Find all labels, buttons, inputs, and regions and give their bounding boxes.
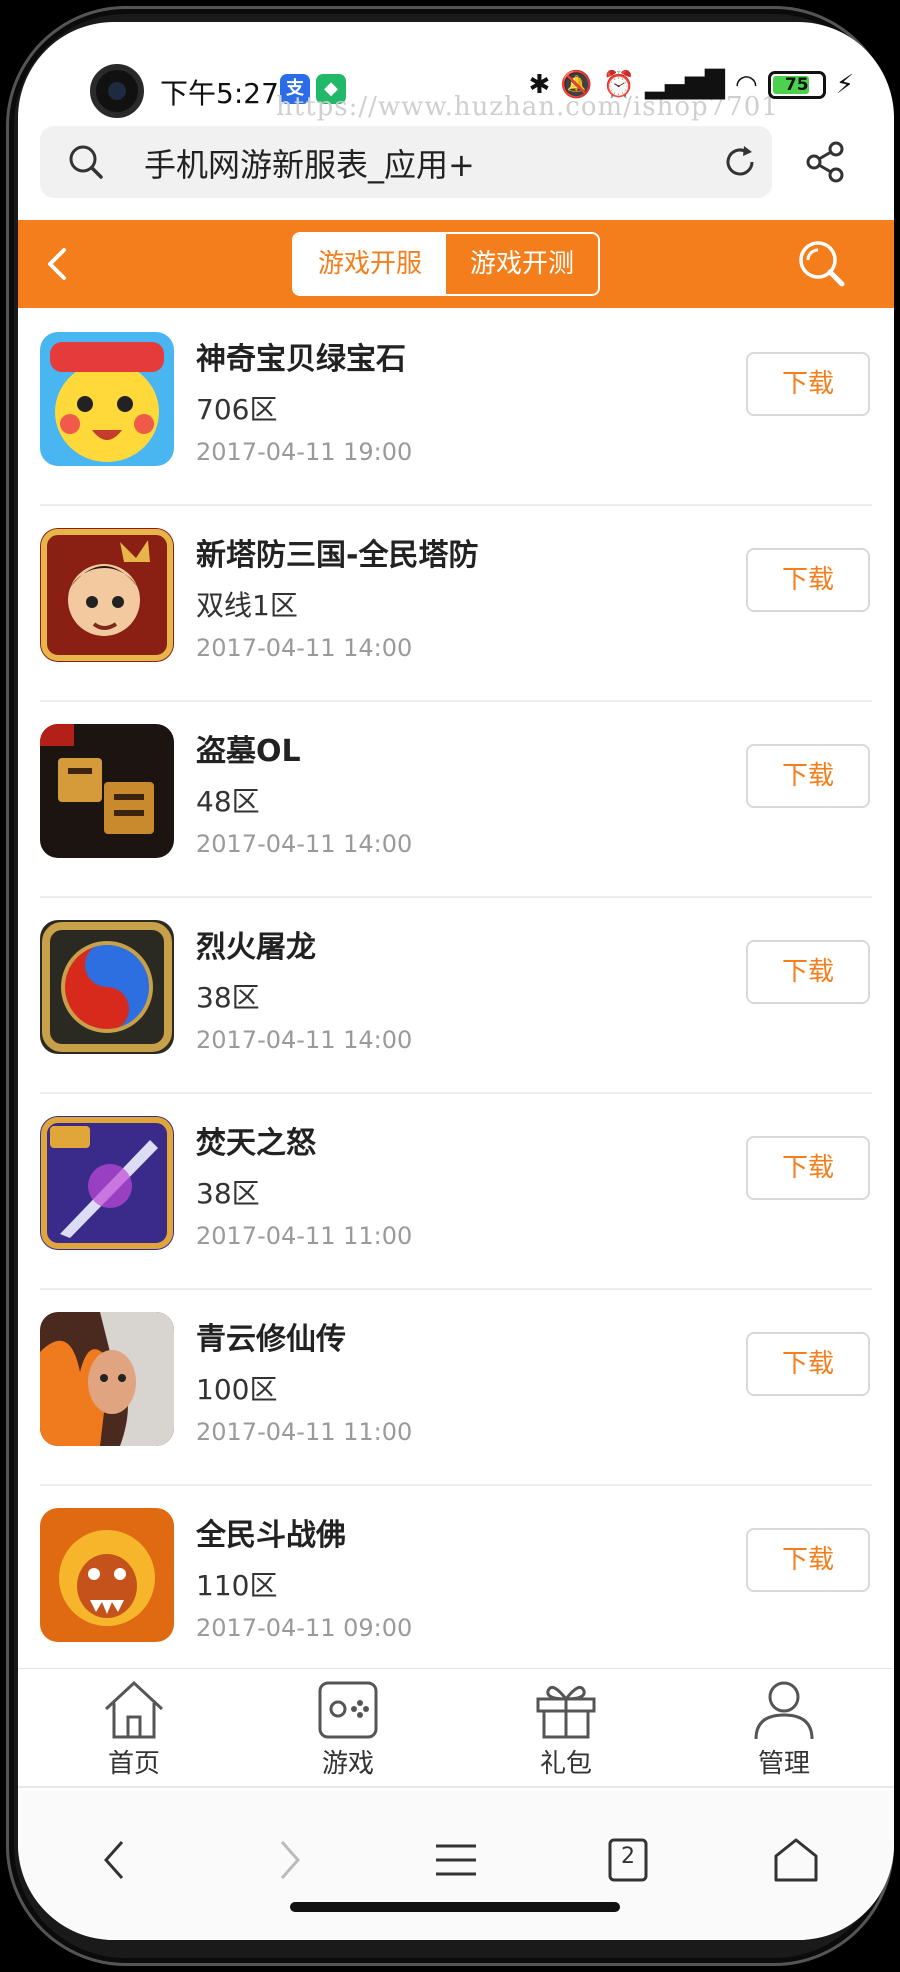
list-item[interactable]: 全民斗战佛 110区 2017-04-11 09:00 下载 — [18, 1486, 894, 1682]
tab-home[interactable]: 首页 — [74, 1679, 194, 1780]
bottom-tab-bar: 首页 游戏 礼包 管理 — [18, 1668, 894, 1788]
address-text[interactable]: 手机网游新服表_应用+ — [144, 140, 475, 186]
search-icon — [69, 145, 103, 179]
game-time: 2017-04-11 14:00 — [196, 634, 413, 662]
front-camera — [90, 64, 144, 118]
tab-game-open-test[interactable]: 游戏开测 — [446, 234, 598, 294]
download-button[interactable]: 下载 — [746, 1136, 870, 1200]
list-item[interactable]: 烈火屠龙 38区 2017-04-11 14:00 下载 — [18, 898, 894, 1094]
pikachu-icon — [40, 332, 174, 466]
battery-level: 75 — [784, 75, 809, 95]
game-name: 烈火屠龙 — [196, 930, 316, 965]
screen: 下午5:27 支 ◆ https://www.huzhan.com/ishop7… — [18, 22, 894, 1940]
game-name: 全民斗战佛 — [196, 1518, 346, 1553]
home-icon — [104, 1680, 164, 1739]
mute-icon: 🔕 — [560, 70, 593, 100]
game-name: 青云修仙传 — [196, 1322, 346, 1357]
download-button[interactable]: 下载 — [746, 1332, 870, 1396]
signal-icon: ▂▄▆█ — [645, 70, 726, 100]
game-time: 2017-04-11 14:00 — [196, 1026, 413, 1054]
game-name: 神奇宝贝绿宝石 — [196, 342, 406, 377]
home-indicator[interactable] — [290, 1902, 620, 1912]
fire-warrior-icon — [40, 1312, 174, 1446]
page-header: 游戏开服 游戏开测 — [18, 220, 894, 308]
tomb-raider-icon — [40, 724, 174, 858]
game-zone: 110区 — [196, 1569, 278, 1602]
address-bar[interactable]: 手机网游新服表_应用+ — [40, 126, 772, 198]
alarm-icon: ⏰ — [602, 70, 636, 100]
game-name: 焚天之怒 — [196, 1126, 316, 1161]
wifi-icon: ◠ — [735, 70, 758, 100]
gift-icon — [536, 1685, 596, 1739]
browser-nav-bar: 2 — [18, 1790, 894, 1940]
status-icons: ✱ 🔕 ⏰ ▂▄▆█ ◠ 75 ⚡ — [529, 70, 854, 100]
download-button[interactable]: 下载 — [746, 1528, 870, 1592]
tab-games[interactable]: 游戏 — [288, 1679, 408, 1780]
tab-label: 首页 — [107, 1749, 160, 1779]
yin-yang-icon — [40, 920, 174, 1054]
tab-game-open-server[interactable]: 游戏开服 — [294, 234, 446, 294]
user-icon — [754, 1681, 814, 1740]
list-item[interactable]: 新塔防三国-全民塔防 双线1区 2017-04-11 14:00 下载 — [18, 506, 894, 702]
game-name: 新塔防三国-全民塔防 — [196, 538, 479, 573]
game-time: 2017-04-11 11:00 — [196, 1222, 413, 1250]
sword-3v3-icon — [40, 1116, 174, 1250]
game-zone: 706区 — [196, 393, 278, 426]
game-zone: 双线1区 — [196, 589, 298, 622]
download-button[interactable]: 下载 — [746, 744, 870, 808]
phone-frame: 下午5:27 支 ◆ https://www.huzhan.com/ishop7… — [6, 6, 894, 1966]
tabs-button[interactable]: 2 — [600, 1832, 656, 1888]
game-time: 2017-04-11 19:00 — [196, 438, 413, 466]
game-zone: 38区 — [196, 981, 260, 1014]
segmented-tabs: 游戏开服 游戏开测 — [292, 232, 600, 296]
tab-label: 礼包 — [539, 1749, 592, 1779]
status-time: 下午5:27 — [160, 77, 279, 110]
game-zone: 38区 — [196, 1177, 260, 1210]
forward-icon[interactable] — [260, 1832, 316, 1888]
share-icon[interactable] — [804, 140, 848, 184]
three-kingdoms-hero-icon — [40, 528, 174, 662]
game-time: 2017-04-11 11:00 — [196, 1418, 413, 1446]
game-name: 盗墓OL — [196, 734, 301, 769]
tab-count: 2 — [621, 1844, 635, 1869]
tab-gifts[interactable]: 礼包 — [506, 1679, 626, 1780]
list-item[interactable]: 焚天之怒 38区 2017-04-11 11:00 下载 — [18, 1094, 894, 1290]
list-item[interactable]: 青云修仙传 100区 2017-04-11 11:00 下载 — [18, 1290, 894, 1486]
reload-icon[interactable] — [720, 142, 760, 182]
download-button[interactable]: 下载 — [746, 352, 870, 416]
tab-label: 游戏 — [321, 1749, 374, 1779]
header-search-icon[interactable] — [796, 238, 848, 290]
bluetooth-icon: ✱ — [528, 70, 551, 100]
gamepad-icon — [318, 1681, 378, 1739]
back-arrow-icon[interactable] — [38, 244, 78, 284]
game-zone: 48区 — [196, 785, 260, 818]
battery-icon: 75 — [767, 71, 826, 99]
tab-manage[interactable]: 管理 — [724, 1679, 844, 1780]
monkey-king-icon — [40, 1508, 174, 1642]
download-button[interactable]: 下载 — [746, 940, 870, 1004]
status-bar: 下午5:27 支 ◆ https://www.huzhan.com/ishop7… — [18, 22, 894, 122]
game-time: 2017-04-11 14:00 — [196, 830, 413, 858]
download-button[interactable]: 下载 — [746, 548, 870, 612]
game-time: 2017-04-11 09:00 — [196, 1614, 413, 1642]
home-page-icon[interactable] — [768, 1832, 824, 1888]
menu-icon[interactable] — [428, 1832, 484, 1888]
back-icon[interactable] — [88, 1832, 144, 1888]
tab-label: 管理 — [757, 1749, 810, 1779]
list-item[interactable]: 神奇宝贝绿宝石 706区 2017-04-11 19:00 下载 — [18, 310, 894, 506]
charging-icon: ⚡ — [835, 70, 854, 100]
list-item[interactable]: 盗墓OL 48区 2017-04-11 14:00 下载 — [18, 702, 894, 898]
game-zone: 100区 — [196, 1373, 278, 1406]
